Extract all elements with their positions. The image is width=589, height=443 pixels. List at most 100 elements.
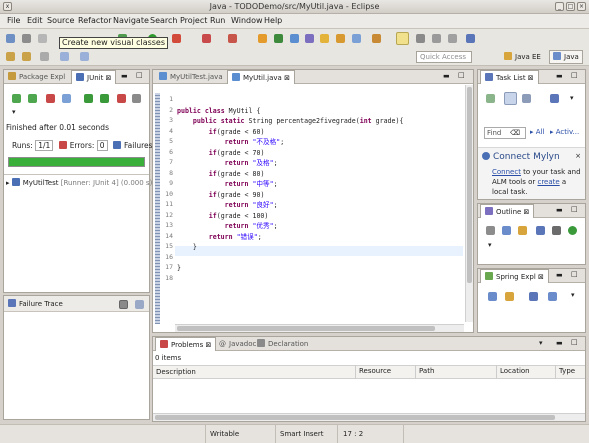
new-package-icon[interactable]	[274, 34, 283, 43]
tab-myutil[interactable]: MyUtil.java ⊠	[227, 70, 295, 84]
minimize-icon[interactable]: ▬	[556, 206, 563, 214]
next-annotation-icon[interactable]	[6, 52, 15, 61]
search-icon[interactable]	[352, 34, 361, 43]
collapse-all-icon[interactable]	[522, 94, 531, 103]
minimize-icon[interactable]: ▬	[121, 72, 128, 80]
external-tools-icon[interactable]	[172, 34, 181, 43]
menu-file[interactable]: File	[7, 16, 20, 25]
view-menu-icon[interactable]: ▾	[539, 339, 543, 347]
tab-outline[interactable]: Outline ⊠	[480, 204, 535, 218]
view-menu-icon[interactable]: ▾	[12, 108, 16, 116]
code-line[interactable]: return "优秀";	[177, 221, 403, 232]
sync-icon[interactable]	[550, 94, 559, 103]
maximize-icon[interactable]: □	[571, 205, 578, 213]
menu-help[interactable]: Help	[264, 16, 282, 25]
menu-refactor[interactable]: Refactor	[78, 16, 112, 25]
next-failure-icon[interactable]	[12, 94, 21, 103]
create-link[interactable]: create	[537, 178, 559, 186]
scroll-thumb[interactable]	[177, 326, 435, 331]
tab-package-explorer[interactable]: Package Expl	[4, 70, 69, 84]
coverage-icon[interactable]	[228, 34, 237, 43]
view-menu-icon[interactable]: ▾	[570, 94, 574, 102]
quick-access-input[interactable]: Quick Access	[416, 51, 472, 63]
scroll-thumb[interactable]	[155, 415, 555, 420]
tab-spring-explorer[interactable]: Spring Expl ⊠	[480, 269, 549, 283]
code-line[interactable]: if(grade < 70)	[177, 148, 403, 159]
maximize-button[interactable]: □	[566, 2, 575, 11]
forward-icon[interactable]	[80, 52, 89, 61]
view-menu-icon[interactable]: ▾	[571, 291, 575, 299]
code-line[interactable]: public class MyUtil {	[177, 106, 403, 117]
open-type-icon[interactable]	[320, 34, 329, 43]
rerun-failed-icon[interactable]	[100, 94, 109, 103]
column-path[interactable]: Path	[415, 365, 434, 379]
activate-task-link[interactable]: ▸ Activ...	[550, 128, 579, 136]
new-interface-icon[interactable]	[305, 34, 314, 43]
column-type[interactable]: Type	[555, 365, 575, 379]
window-menu-button[interactable]: x	[3, 2, 12, 11]
menu-edit[interactable]: Edit	[27, 16, 43, 25]
maximize-icon[interactable]: □	[571, 270, 578, 278]
open-resource-icon[interactable]	[336, 34, 345, 43]
all-categories-link[interactable]: ▸ All	[530, 128, 544, 136]
sort-icon[interactable]	[486, 226, 495, 235]
filter-stack-icon[interactable]	[119, 300, 128, 309]
hide-local-types-icon[interactable]	[552, 226, 561, 235]
code-line[interactable]	[177, 95, 403, 106]
tab-junit[interactable]: JUnit ⊠	[71, 70, 117, 84]
new-task-icon[interactable]	[486, 94, 495, 103]
prev-failure-icon[interactable]	[28, 94, 37, 103]
minimize-icon[interactable]: ▬	[443, 72, 450, 80]
minimize-icon[interactable]: ▬	[556, 271, 563, 279]
maximize-icon[interactable]: □	[571, 71, 578, 79]
column-resource[interactable]: Resource	[355, 365, 391, 379]
block-selection-icon[interactable]	[432, 34, 441, 43]
prev-annotation-icon[interactable]	[22, 52, 31, 61]
menu-window[interactable]: Window	[231, 16, 263, 25]
menu-project[interactable]: Project	[180, 16, 207, 25]
highlight-toggle-icon[interactable]	[396, 32, 409, 45]
compare-icon[interactable]	[135, 300, 144, 309]
show-whitespace-icon[interactable]	[416, 34, 425, 43]
close-button[interactable]: ×	[577, 2, 586, 11]
hide-static-icon[interactable]	[518, 226, 527, 235]
stop-test-icon[interactable]	[117, 94, 126, 103]
menu-search[interactable]: Search	[150, 16, 177, 25]
perspective-java-ee[interactable]: Java EE	[500, 50, 545, 64]
column-description[interactable]: Description	[156, 366, 196, 379]
history-icon[interactable]	[132, 94, 141, 103]
code-line[interactable]	[177, 253, 403, 264]
code-line[interactable]: return "中等";	[177, 179, 403, 190]
minimize-button[interactable]: _	[555, 2, 564, 11]
tab-declaration[interactable]: Declaration	[253, 337, 312, 351]
column-location[interactable]: Location	[496, 365, 530, 379]
new-icon[interactable]	[6, 34, 15, 43]
minimize-icon[interactable]: ▬	[556, 72, 563, 80]
tab-task-list[interactable]: Task List ⊠	[480, 70, 539, 84]
filter-icon[interactable]	[505, 292, 514, 301]
code-line[interactable]: if(grade < 90)	[177, 190, 403, 201]
code-line[interactable]: if(grade < 80)	[177, 169, 403, 180]
rerun-icon[interactable]	[84, 94, 93, 103]
pin-icon[interactable]	[448, 34, 457, 43]
hide-fields-icon[interactable]	[502, 226, 511, 235]
team-icon[interactable]	[466, 34, 475, 43]
code-line[interactable]: if(grade < 100)	[177, 211, 403, 222]
maximize-icon[interactable]: □	[136, 71, 143, 79]
maximize-icon[interactable]: □	[458, 71, 465, 79]
code-line[interactable]: return "错误";	[177, 232, 403, 243]
editor-vertical-scrollbar[interactable]	[465, 85, 473, 322]
new-class-icon[interactable]	[290, 34, 299, 43]
scroll-thumb[interactable]	[467, 87, 472, 283]
expand-icon[interactable]: ▸	[6, 179, 10, 187]
problems-horizontal-scrollbar[interactable]	[153, 413, 585, 421]
tab-problems[interactable]: Problems ⊠	[155, 337, 217, 351]
refresh-icon[interactable]	[548, 292, 557, 301]
new-java-project-icon[interactable]	[258, 34, 267, 43]
code-area[interactable]: public class MyUtil { public static Stri…	[177, 95, 403, 284]
code-line[interactable]: }	[177, 263, 403, 274]
collapse-icon[interactable]	[488, 292, 497, 301]
code-line[interactable]: return "及格";	[177, 158, 403, 169]
code-line[interactable]: return "良好";	[177, 200, 403, 211]
test-tree-row[interactable]: ▸ MyUtilTest [Runner: JUnit 4] (0.000 s)	[6, 178, 152, 187]
